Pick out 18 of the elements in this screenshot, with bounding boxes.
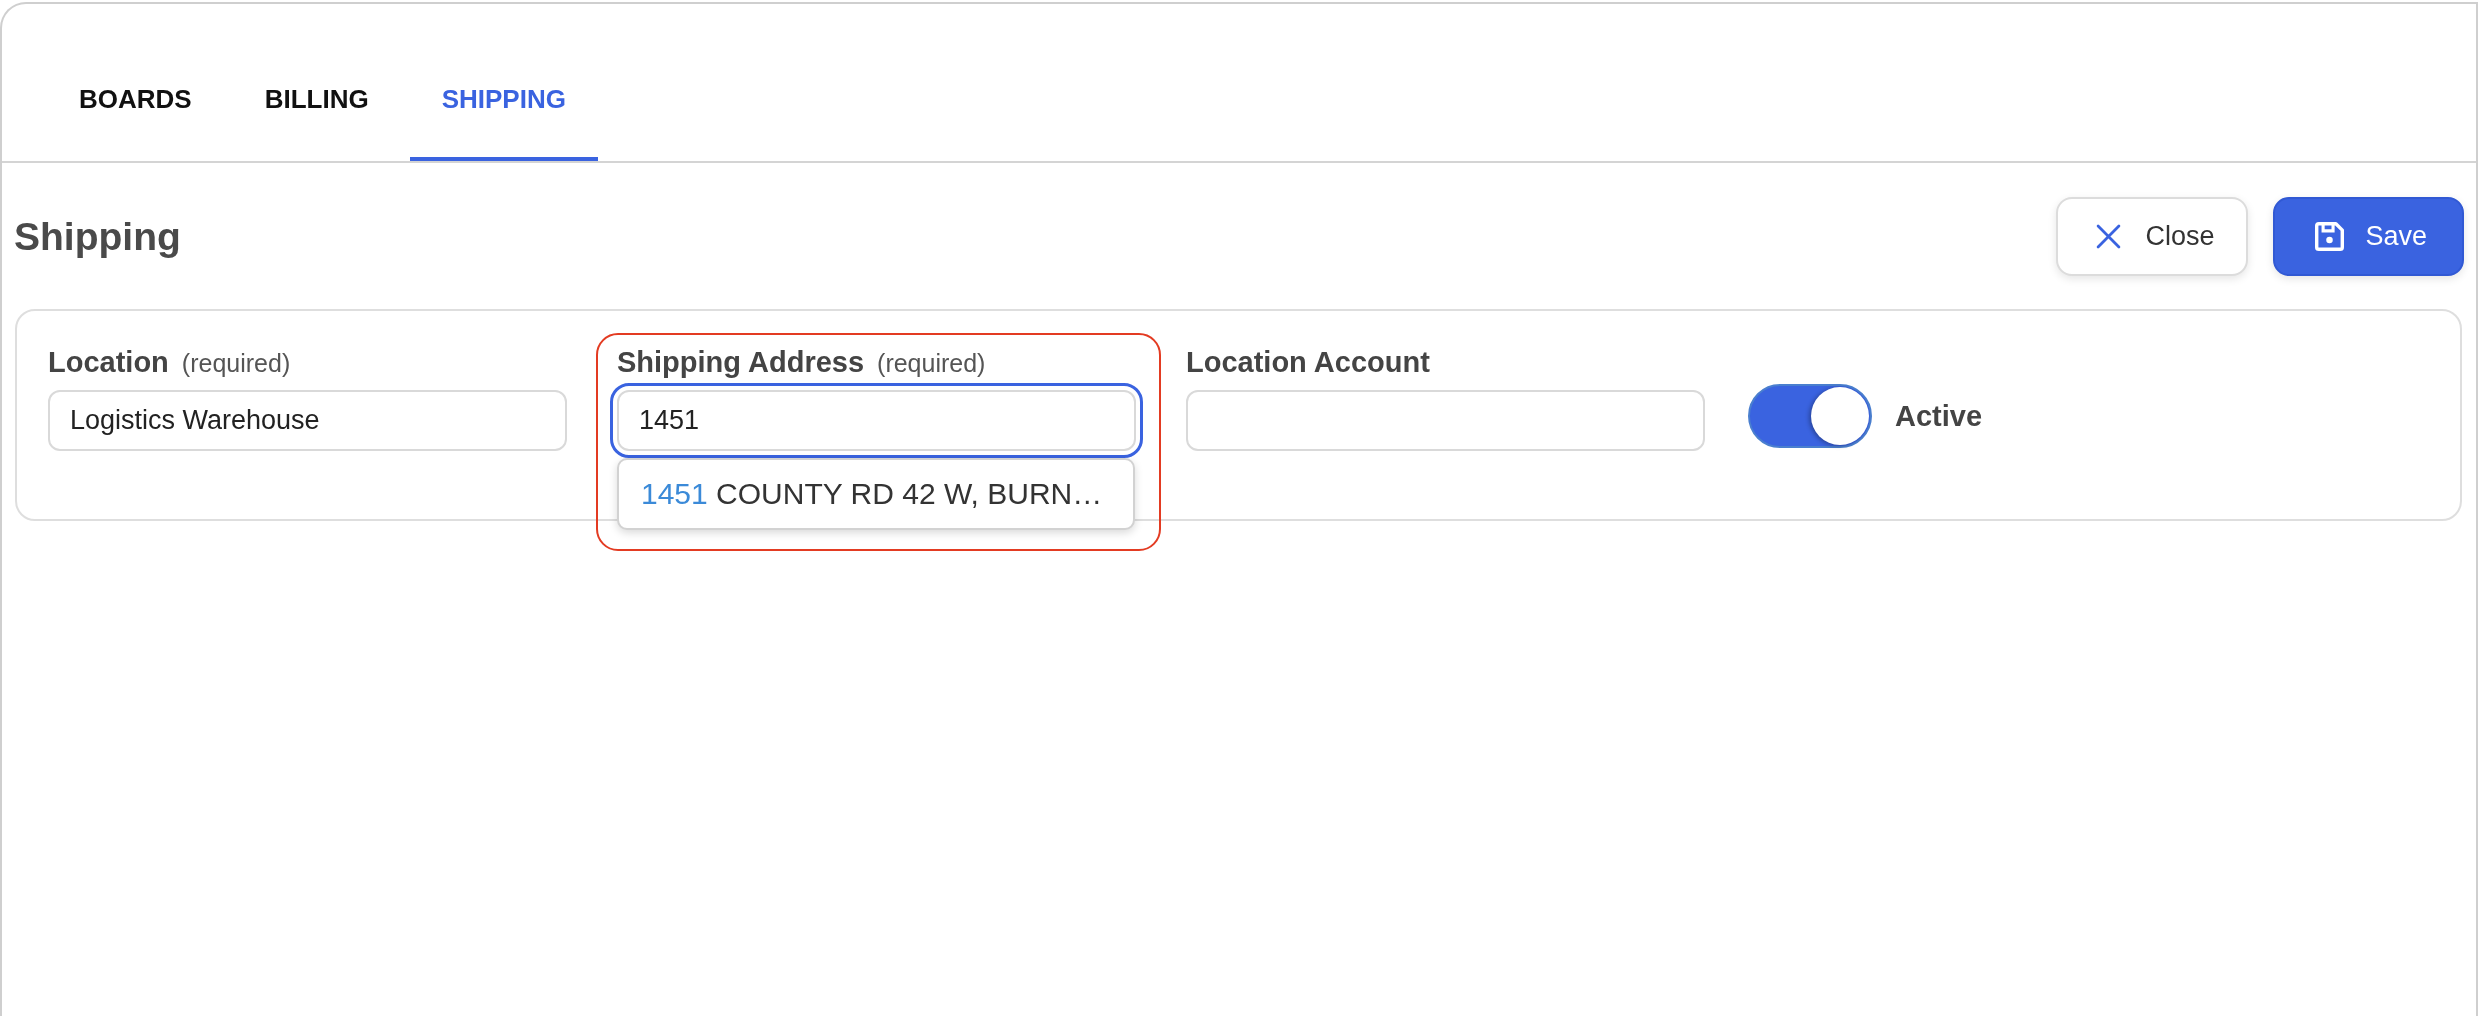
active-toggle[interactable]	[1748, 384, 1872, 448]
input-field[interactable]	[1186, 390, 1705, 451]
required-note: (required)	[181, 348, 291, 379]
tab[interactable]: SHIPPING	[409, 4, 598, 161]
field-label: Location Account	[1186, 345, 1430, 379]
field-label: Location	[48, 345, 169, 379]
page-title: Shipping	[14, 213, 181, 260]
tab[interactable]: BOARDS	[47, 4, 224, 161]
field-label: Shipping Address	[617, 345, 865, 379]
close-button[interactable]: Close	[2056, 197, 2249, 276]
required-note: (required)	[877, 348, 986, 379]
save-button[interactable]: Save	[2273, 197, 2464, 276]
input-field[interactable]: 1451	[610, 383, 1143, 458]
input-field[interactable]: Logistics Warehouse	[48, 390, 567, 451]
toggle-label: Active	[1895, 399, 1983, 433]
close-icon	[2096, 224, 2122, 249]
tab[interactable]: BILLING	[232, 4, 401, 161]
suggestion-option[interactable]: 1451 COUNTY RD 42 W, BURN…	[617, 458, 1135, 530]
